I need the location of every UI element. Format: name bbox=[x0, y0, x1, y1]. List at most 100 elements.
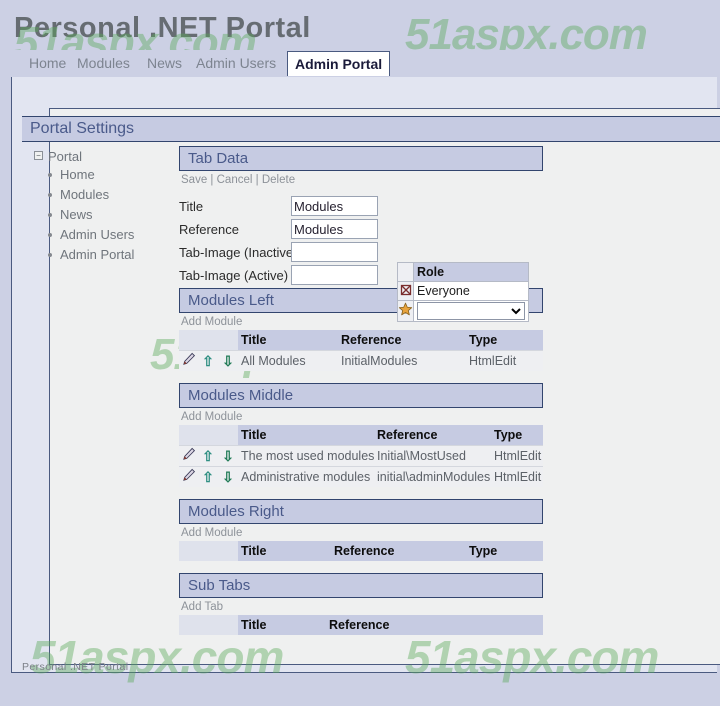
portal-tree: − Portal Home Modules News Admin Users A… bbox=[34, 148, 169, 265]
edit-cell[interactable] bbox=[179, 444, 198, 466]
table-row: ⇧ ⇩ Administrative modules initial\admin… bbox=[179, 465, 543, 487]
col-header-edit bbox=[179, 425, 198, 445]
site-header: Personal .NET Portal bbox=[0, 0, 720, 50]
move-down-cell[interactable]: ⇩ bbox=[218, 349, 238, 371]
arrow-up-icon[interactable]: ⇧ bbox=[202, 470, 214, 484]
sidebar-item-admin-portal[interactable]: Admin Portal bbox=[34, 245, 169, 265]
pencil-icon[interactable] bbox=[182, 447, 196, 461]
table-row-add bbox=[397, 300, 529, 322]
add-module-link[interactable]: Add Module bbox=[181, 411, 242, 423]
reference-input[interactable] bbox=[291, 219, 378, 239]
col-header-type: Type bbox=[491, 425, 543, 445]
col-header-reference: Reference bbox=[326, 615, 543, 635]
arrow-down-icon[interactable]: ⇩ bbox=[222, 354, 234, 368]
collapse-toggle-icon[interactable]: − bbox=[34, 151, 43, 160]
cell-title: The most used modules bbox=[238, 444, 374, 466]
modules-right-grid: Title Reference Type bbox=[179, 541, 543, 561]
tab-image-active-input[interactable] bbox=[291, 265, 378, 285]
bullet-icon bbox=[48, 253, 52, 257]
col-header-edit bbox=[179, 541, 198, 561]
role-column-header: Role bbox=[413, 262, 529, 282]
table-row: ⇧ ⇩ The most used modules Initial\MostUs… bbox=[179, 444, 543, 466]
cell-type: HtmlEdit bbox=[466, 349, 543, 371]
panel-title: Modules Middle bbox=[188, 387, 294, 404]
move-down-cell[interactable]: ⇩ bbox=[218, 444, 238, 466]
panel-header-modules-right: Modules Right bbox=[179, 499, 543, 524]
footer-text: Personal .NET Portal bbox=[22, 661, 129, 673]
col-header-edit bbox=[179, 615, 198, 635]
sidebar-item-label: News bbox=[60, 207, 93, 222]
tab-modules[interactable]: Modules bbox=[70, 53, 137, 74]
arrow-up-icon[interactable]: ⇧ bbox=[202, 354, 214, 368]
role-select[interactable] bbox=[417, 302, 525, 320]
action-separator: | bbox=[210, 174, 214, 186]
panel-title: Tab Data bbox=[188, 150, 249, 167]
col-header-edit bbox=[179, 330, 198, 350]
move-down-cell[interactable]: ⇩ bbox=[218, 465, 238, 487]
bullet-icon bbox=[48, 193, 52, 197]
add-role-cell[interactable] bbox=[397, 300, 414, 322]
col-header-title: Title bbox=[238, 330, 338, 350]
col-header-reference: Reference bbox=[331, 541, 466, 561]
tab-admin-portal[interactable]: Admin Portal bbox=[287, 51, 391, 76]
sub-tabs-grid: Title Reference bbox=[179, 615, 543, 635]
sidebar-item-news[interactable]: News bbox=[34, 205, 169, 225]
table-header-row: Title Reference Type bbox=[179, 425, 543, 445]
modules-right-actions: Add Module bbox=[179, 525, 545, 541]
move-up-cell[interactable]: ⇧ bbox=[198, 444, 218, 466]
add-star-icon[interactable] bbox=[398, 302, 413, 317]
cell-reference: initial\adminModules bbox=[374, 465, 491, 487]
tab-data-actions: Save | Cancel | Delete bbox=[179, 172, 545, 188]
col-header-move-up bbox=[198, 330, 218, 350]
tab-admin-users[interactable]: Admin Users bbox=[189, 53, 283, 74]
add-module-link[interactable]: Add Module bbox=[181, 316, 242, 328]
move-up-cell[interactable]: ⇧ bbox=[198, 465, 218, 487]
field-label-tab-image-active: Tab-Image (Active) bbox=[179, 268, 289, 283]
table-header-row: Title Reference Type bbox=[179, 541, 543, 561]
cell-title: Administrative modules bbox=[238, 465, 374, 487]
pencil-icon[interactable] bbox=[182, 352, 196, 366]
sidebar-item-label: Modules bbox=[60, 187, 110, 202]
sidebar-item-admin-users[interactable]: Admin Users bbox=[34, 225, 169, 245]
modules-middle-grid: Title Reference Type ⇧ ⇩ The most used m… bbox=[179, 425, 543, 487]
delete-icon[interactable] bbox=[399, 283, 413, 297]
add-module-link[interactable]: Add Module bbox=[181, 527, 242, 539]
pencil-icon[interactable] bbox=[182, 468, 196, 482]
move-up-cell[interactable]: ⇧ bbox=[198, 349, 218, 371]
bullet-icon bbox=[48, 173, 52, 177]
cell-type: HtmlEdit bbox=[491, 465, 543, 487]
cancel-link[interactable]: Cancel bbox=[217, 174, 253, 186]
arrow-down-icon[interactable]: ⇩ bbox=[222, 470, 234, 484]
arrow-up-icon[interactable]: ⇧ bbox=[202, 449, 214, 463]
field-label-title: Title bbox=[179, 199, 204, 214]
save-link[interactable]: Save bbox=[181, 174, 207, 186]
tree-node-portal[interactable]: − Portal bbox=[34, 148, 169, 165]
add-role-select-cell[interactable] bbox=[413, 300, 529, 322]
add-tab-link[interactable]: Add Tab bbox=[181, 601, 223, 613]
edit-cell[interactable] bbox=[179, 465, 198, 487]
col-header-reference: Reference bbox=[374, 425, 491, 445]
sidebar-item-modules[interactable]: Modules bbox=[34, 185, 169, 205]
role-icon-column-header bbox=[397, 262, 414, 282]
title-input[interactable] bbox=[291, 196, 378, 216]
table-row: Everyone bbox=[397, 281, 529, 301]
edit-cell[interactable] bbox=[179, 349, 198, 371]
col-header-type: Type bbox=[466, 330, 543, 350]
delete-role-cell[interactable] bbox=[397, 281, 414, 301]
field-label-tab-image-inactive: Tab-Image (Inactive) bbox=[179, 245, 298, 260]
col-header-move-down bbox=[218, 541, 238, 561]
page-title: Portal Settings bbox=[30, 120, 135, 137]
tab-image-inactive-input[interactable] bbox=[291, 242, 378, 262]
col-header-type: Type bbox=[466, 541, 543, 561]
tab-home[interactable]: Home bbox=[22, 53, 73, 74]
table-header-row: Title Reference Type bbox=[179, 330, 543, 350]
role-table: Role Everyone bbox=[397, 262, 529, 322]
delete-link[interactable]: Delete bbox=[262, 174, 295, 186]
tab-news[interactable]: News bbox=[140, 53, 189, 74]
bullet-icon bbox=[48, 213, 52, 217]
sidebar-item-home[interactable]: Home bbox=[34, 165, 169, 185]
bullet-icon bbox=[48, 233, 52, 237]
panel-header-modules-middle: Modules Middle bbox=[179, 383, 543, 408]
arrow-down-icon[interactable]: ⇩ bbox=[222, 449, 234, 463]
